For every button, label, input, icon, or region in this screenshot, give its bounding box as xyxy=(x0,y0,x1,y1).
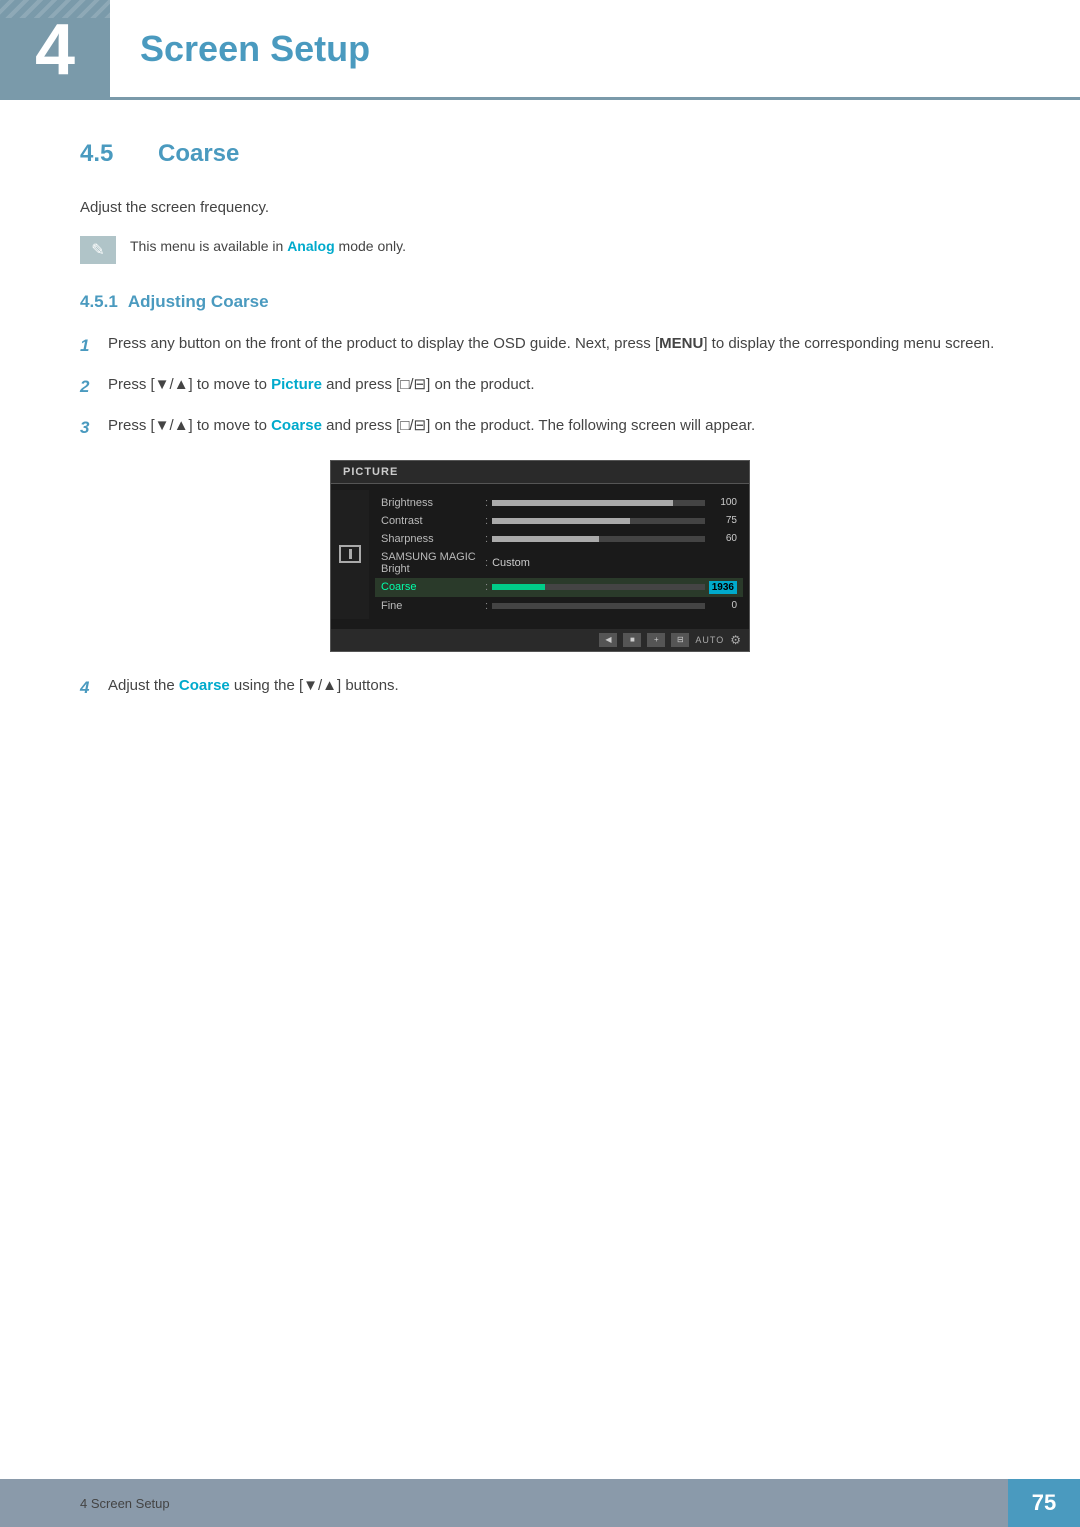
subsection-heading: 4.5.1 Adjusting Coarse xyxy=(80,292,1000,312)
osd-btn-4: ⊟ xyxy=(671,633,689,647)
note-text: This menu is available in Analog mode on… xyxy=(130,236,406,257)
page-number-box: 75 xyxy=(1008,1479,1080,1527)
osd-auto-text: AUTO xyxy=(695,635,724,645)
section-title: Coarse xyxy=(158,140,239,168)
chapter-number-text: 4 xyxy=(35,9,75,91)
osd-sidebar-icon xyxy=(339,545,361,563)
step-4: 4 Adjust the Coarse using the [▼/▲] butt… xyxy=(80,674,1000,701)
osd-row-label: Fine xyxy=(381,600,481,612)
note-icon xyxy=(80,236,116,264)
section-number: 4.5 xyxy=(80,140,140,168)
step4-list: 4 Adjust the Coarse using the [▼/▲] butt… xyxy=(80,674,1000,701)
intro-text-content: Adjust the screen frequency. xyxy=(80,199,269,216)
osd-row-label: SAMSUNG MAGIC Bright xyxy=(381,551,481,575)
section-heading: 4.5 Coarse xyxy=(80,140,1000,168)
osd-bottom-bar: ◀ ■ + ⊟ AUTO ⚙ xyxy=(331,629,749,651)
osd-sidebar xyxy=(331,490,369,619)
chapter-title: Screen Setup xyxy=(110,0,1080,100)
main-content: 4.5 Coarse Adjust the screen frequency. … xyxy=(0,140,1080,797)
osd-screen: PICTURE Brightness:100Contrast:75Sharpne… xyxy=(330,460,750,652)
step-2: 2 Press [▼/▲] to move to Picture and pre… xyxy=(80,373,1000,400)
osd-sidebar-icon-inner xyxy=(349,549,352,559)
osd-gear-icon: ⚙ xyxy=(730,633,741,647)
subsection-title: Adjusting Coarse xyxy=(128,292,269,312)
chapter-title-text: Screen Setup xyxy=(140,28,370,70)
osd-menu: Brightness:100Contrast:75Sharpness:60SAM… xyxy=(369,490,749,619)
osd-row: Fine:0 xyxy=(375,597,743,615)
chapter-header: 4 Screen Setup xyxy=(0,0,1080,100)
osd-container: PICTURE Brightness:100Contrast:75Sharpne… xyxy=(80,460,1000,652)
steps-list: 1 Press any button on the front of the p… xyxy=(80,332,1000,442)
osd-row: Coarse:1936 xyxy=(375,578,743,597)
osd-row: Sharpness:60 xyxy=(375,530,743,548)
note-bold-word: Analog xyxy=(287,238,334,254)
osd-body: Brightness:100Contrast:75Sharpness:60SAM… xyxy=(331,484,749,629)
footer-text: 4 Screen Setup xyxy=(0,1496,1008,1511)
osd-btn-3: + xyxy=(647,633,665,647)
note-box: This menu is available in Analog mode on… xyxy=(80,236,1000,264)
osd-row-label: Coarse xyxy=(381,581,481,593)
osd-btn-2: ■ xyxy=(623,633,641,647)
note-text-before: This menu is available in xyxy=(130,238,287,254)
step-3: 3 Press [▼/▲] to move to Coarse and pres… xyxy=(80,414,1000,441)
osd-btn-1: ◀ xyxy=(599,633,617,647)
chapter-number: 4 xyxy=(0,0,110,100)
osd-row-label: Brightness xyxy=(381,497,481,509)
osd-title-text: PICTURE xyxy=(343,466,398,478)
page-number: 75 xyxy=(1032,1490,1056,1516)
page-footer: 4 Screen Setup 75 xyxy=(0,1479,1080,1527)
osd-title-bar: PICTURE xyxy=(331,461,749,484)
note-text-after: mode only. xyxy=(335,238,406,254)
intro-text: Adjust the screen frequency. xyxy=(80,196,1000,220)
subsection-number: 4.5.1 xyxy=(80,292,118,312)
osd-row-label: Sharpness xyxy=(381,533,481,545)
osd-row: SAMSUNG MAGIC Bright: Custom xyxy=(375,548,743,578)
step-1: 1 Press any button on the front of the p… xyxy=(80,332,1000,359)
osd-row: Contrast:75 xyxy=(375,512,743,530)
osd-row: Brightness:100 xyxy=(375,494,743,512)
osd-row-label: Contrast xyxy=(381,515,481,527)
